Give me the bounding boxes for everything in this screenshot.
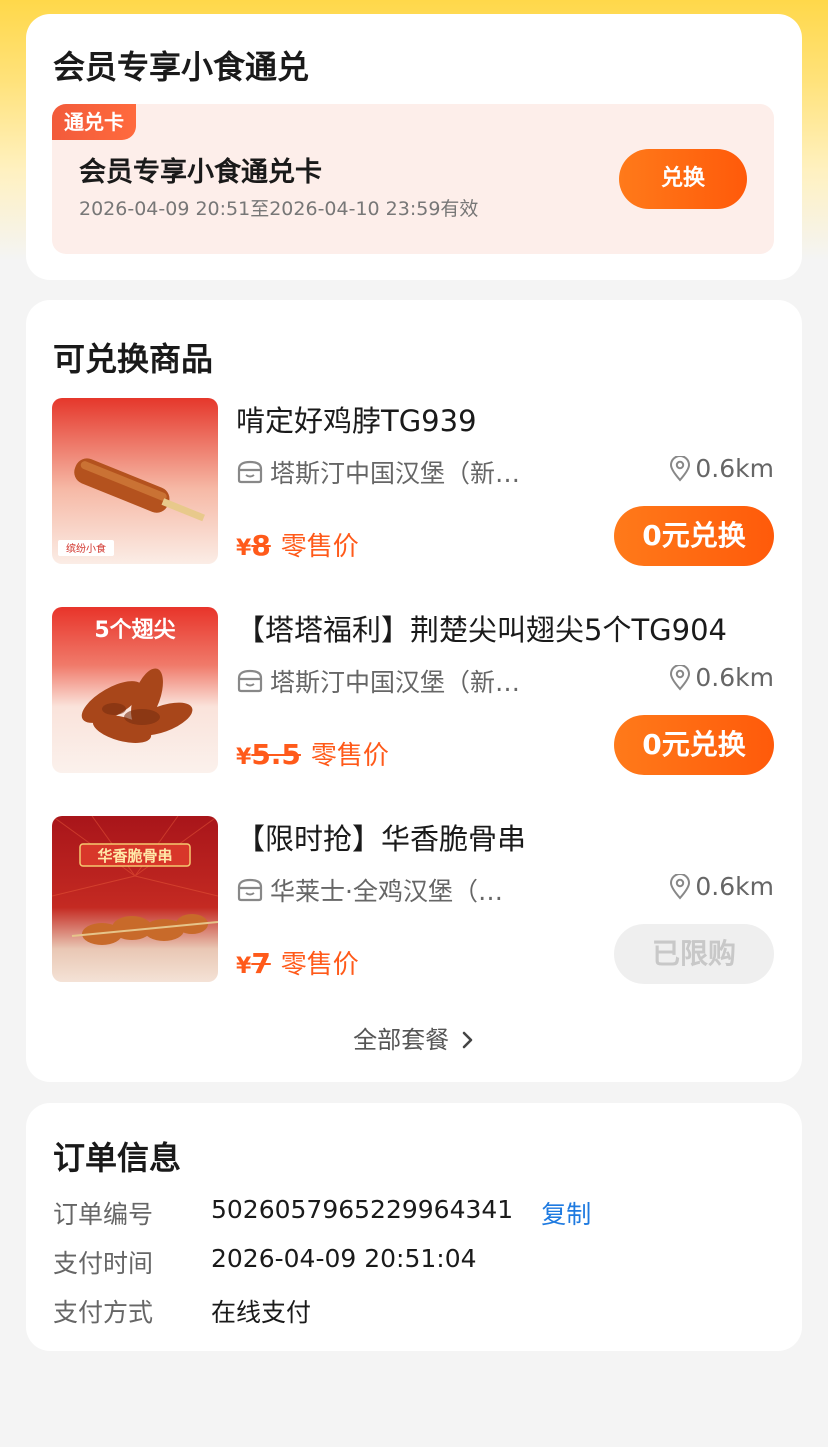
price-value: 8 <box>251 529 271 562</box>
product-item[interactable]: 5个翅尖 【塔塔福利】荆楚尖叫翅尖5个TG904 塔斯汀中国汉堡（新… 0.6k… <box>52 607 774 775</box>
price-label: 零售价 <box>280 532 359 562</box>
order-info-card: 订单信息 订单编号 5026057965229964341 复制 支付时间 20… <box>26 1103 802 1351</box>
product-distance: 0.6km <box>669 663 774 692</box>
chevron-right-icon <box>462 1031 473 1049</box>
product-store: 塔斯汀中国汉堡（新… <box>236 663 546 699</box>
voucher-card: 会员专享小食通兑 通兑卡 会员专享小食通兑卡 2026-04-09 20:51至… <box>26 14 802 280</box>
order-number-label: 订单编号 <box>53 1200 154 1229</box>
all-packages-link[interactable]: 全部套餐 <box>26 1020 802 1055</box>
order-number-value: 5026057965229964341 <box>211 1195 514 1224</box>
limit-reached-button[interactable]: 已限购 <box>614 924 774 984</box>
voucher-name: 会员专享小食通兑卡 <box>79 157 322 188</box>
order-section-title: 订单信息 <box>53 1139 182 1177</box>
payment-method-row: 支付方式 在线支付 <box>53 1293 311 1329</box>
payment-time-row: 支付时间 2026-04-09 20:51:04 <box>53 1244 477 1280</box>
distance-value: 0.6km <box>695 663 774 692</box>
all-packages-label: 全部套餐 <box>353 1026 450 1054</box>
order-number-row: 订单编号 5026057965229964341 复制 <box>53 1195 591 1231</box>
price-value: 5.5 <box>251 738 301 771</box>
currency-symbol: ¥ <box>236 954 252 979</box>
product-item[interactable]: 缤纷小食 啃定好鸡脖TG939 塔斯汀中国汉堡（新… 0.6km ¥ 8 零售价… <box>52 398 774 566</box>
products-section-title: 可兑换商品 <box>53 340 214 378</box>
store-icon <box>237 460 263 484</box>
product-store: 华莱士·全鸡汉堡（… <box>236 872 546 908</box>
voucher-section-title: 会员专享小食通兑 <box>53 48 310 86</box>
price-value: 7 <box>251 947 271 980</box>
product-name: 【限时抢】华香脆骨串 <box>236 822 527 856</box>
product-store: 塔斯汀中国汉堡（新… <box>236 454 546 490</box>
store-icon <box>237 878 263 902</box>
currency-symbol: ¥ <box>236 745 252 770</box>
distance-value: 0.6km <box>695 872 774 901</box>
location-pin-icon <box>670 873 691 900</box>
product-image: 5个翅尖 <box>52 607 218 773</box>
payment-method-value: 在线支付 <box>211 1298 312 1327</box>
products-card: 可兑换商品 缤纷小食 啃定好鸡脖TG939 塔斯汀中国汉堡（新… 0.6km ¥… <box>26 300 802 1082</box>
product-image-caption: 5个翅尖 <box>94 618 175 643</box>
voucher-validity: 2026-04-09 20:51至2026-04-10 23:59有效 <box>79 198 479 220</box>
currency-symbol: ¥ <box>236 536 252 561</box>
payment-time-label: 支付时间 <box>53 1249 154 1278</box>
product-distance: 0.6km <box>669 872 774 901</box>
product-image-caption: 华香脆骨串 <box>97 847 172 865</box>
location-pin-icon <box>670 664 691 691</box>
store-name: 塔斯汀中国汉堡（新… <box>270 459 521 488</box>
exchange-button[interactable]: 0元兑换 <box>614 506 774 566</box>
product-price: ¥ 8 零售价 <box>236 526 359 563</box>
store-name: 华莱士·全鸡汉堡（… <box>270 877 503 906</box>
store-name: 塔斯汀中国汉堡（新… <box>270 668 521 697</box>
product-distance: 0.6km <box>669 454 774 483</box>
payment-time-value: 2026-04-09 20:51:04 <box>211 1244 477 1273</box>
product-name: 【塔塔福利】荆楚尖叫翅尖5个TG904 <box>236 613 727 647</box>
product-name: 啃定好鸡脖TG939 <box>236 404 477 438</box>
exchange-button[interactable]: 0元兑换 <box>614 715 774 775</box>
redeem-button[interactable]: 兑换 <box>619 149 747 209</box>
payment-method-label: 支付方式 <box>53 1298 154 1327</box>
product-price: ¥ 7 零售价 <box>236 944 359 981</box>
product-price: ¥ 5.5 零售价 <box>236 735 389 772</box>
product-image: 缤纷小食 <box>52 398 218 564</box>
price-label: 零售价 <box>280 950 359 980</box>
store-icon <box>237 669 263 693</box>
distance-value: 0.6km <box>695 454 774 483</box>
location-pin-icon <box>670 455 691 482</box>
product-image-caption: 缤纷小食 <box>66 542 106 555</box>
voucher-box: 通兑卡 会员专享小食通兑卡 2026-04-09 20:51至2026-04-1… <box>52 104 774 254</box>
price-label: 零售价 <box>310 741 389 771</box>
product-item[interactable]: 华香脆骨串 【限时抢】华香脆骨串 华莱士·全鸡汉堡（… 0.6km ¥ 7 零售… <box>52 816 774 984</box>
copy-button[interactable]: 复制 <box>541 1195 591 1231</box>
product-image: 华香脆骨串 <box>52 816 218 982</box>
voucher-tag: 通兑卡 <box>52 104 136 140</box>
